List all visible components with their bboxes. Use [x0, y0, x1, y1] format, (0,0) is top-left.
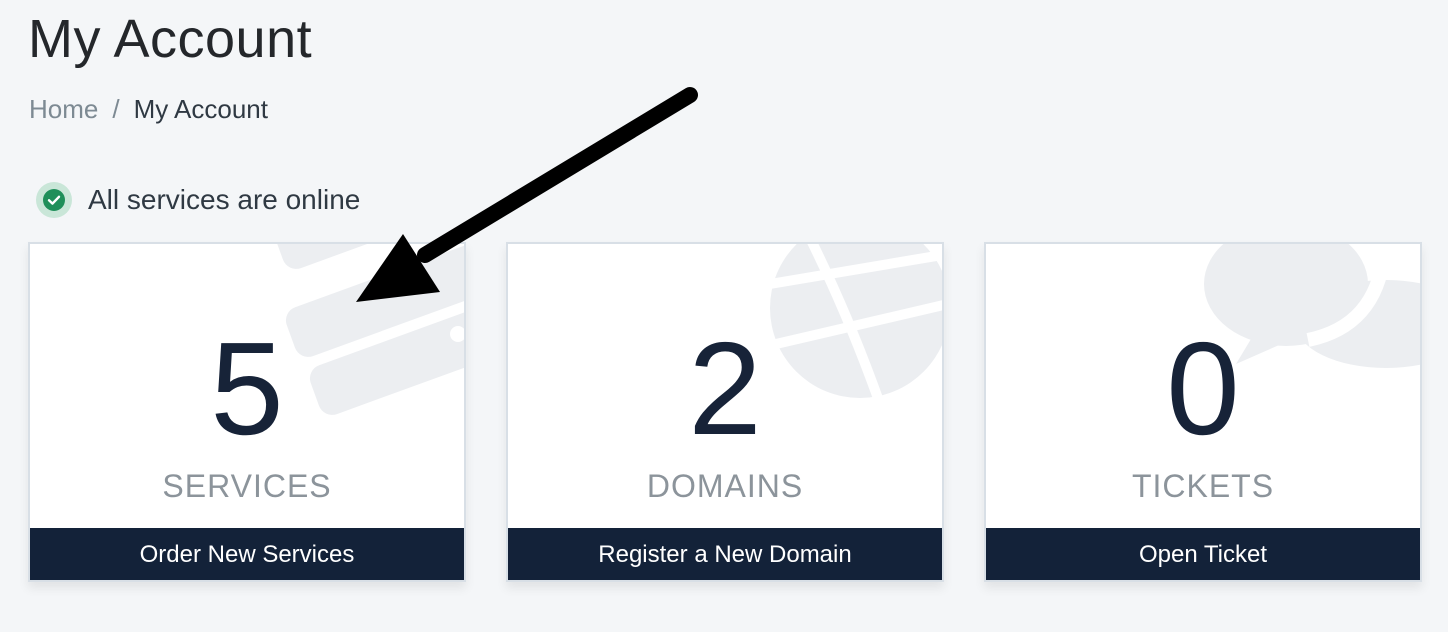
breadcrumb-separator: / — [112, 94, 120, 124]
services-tile[interactable]: 5 SERVICES Order New Services — [28, 242, 466, 582]
tickets-label: TICKETS — [1131, 468, 1275, 504]
service-status: All services are online — [36, 182, 360, 218]
breadcrumb-home-link[interactable]: Home — [29, 94, 98, 124]
services-count: 5 — [210, 315, 284, 462]
services-label: SERVICES — [162, 468, 332, 504]
domains-tile[interactable]: 2 DOMAINS Register a New Domain — [506, 242, 944, 582]
status-text: All services are online — [88, 184, 361, 215]
register-new-domain-button[interactable]: Register a New Domain — [508, 528, 942, 580]
check-circle-icon — [36, 182, 72, 218]
tickets-count: 0 — [1166, 315, 1240, 462]
tickets-tile[interactable]: 0 TICKETS Open Ticket — [984, 242, 1422, 582]
order-new-services-button[interactable]: Order New Services — [30, 528, 464, 580]
domains-label: DOMAINS — [646, 468, 804, 504]
breadcrumb-current: My Account — [133, 94, 268, 124]
open-ticket-button[interactable]: Open Ticket — [986, 528, 1420, 580]
page-title: My Account — [28, 9, 313, 69]
domains-count: 2 — [688, 315, 762, 462]
breadcrumb: Home / My Account — [29, 92, 268, 126]
